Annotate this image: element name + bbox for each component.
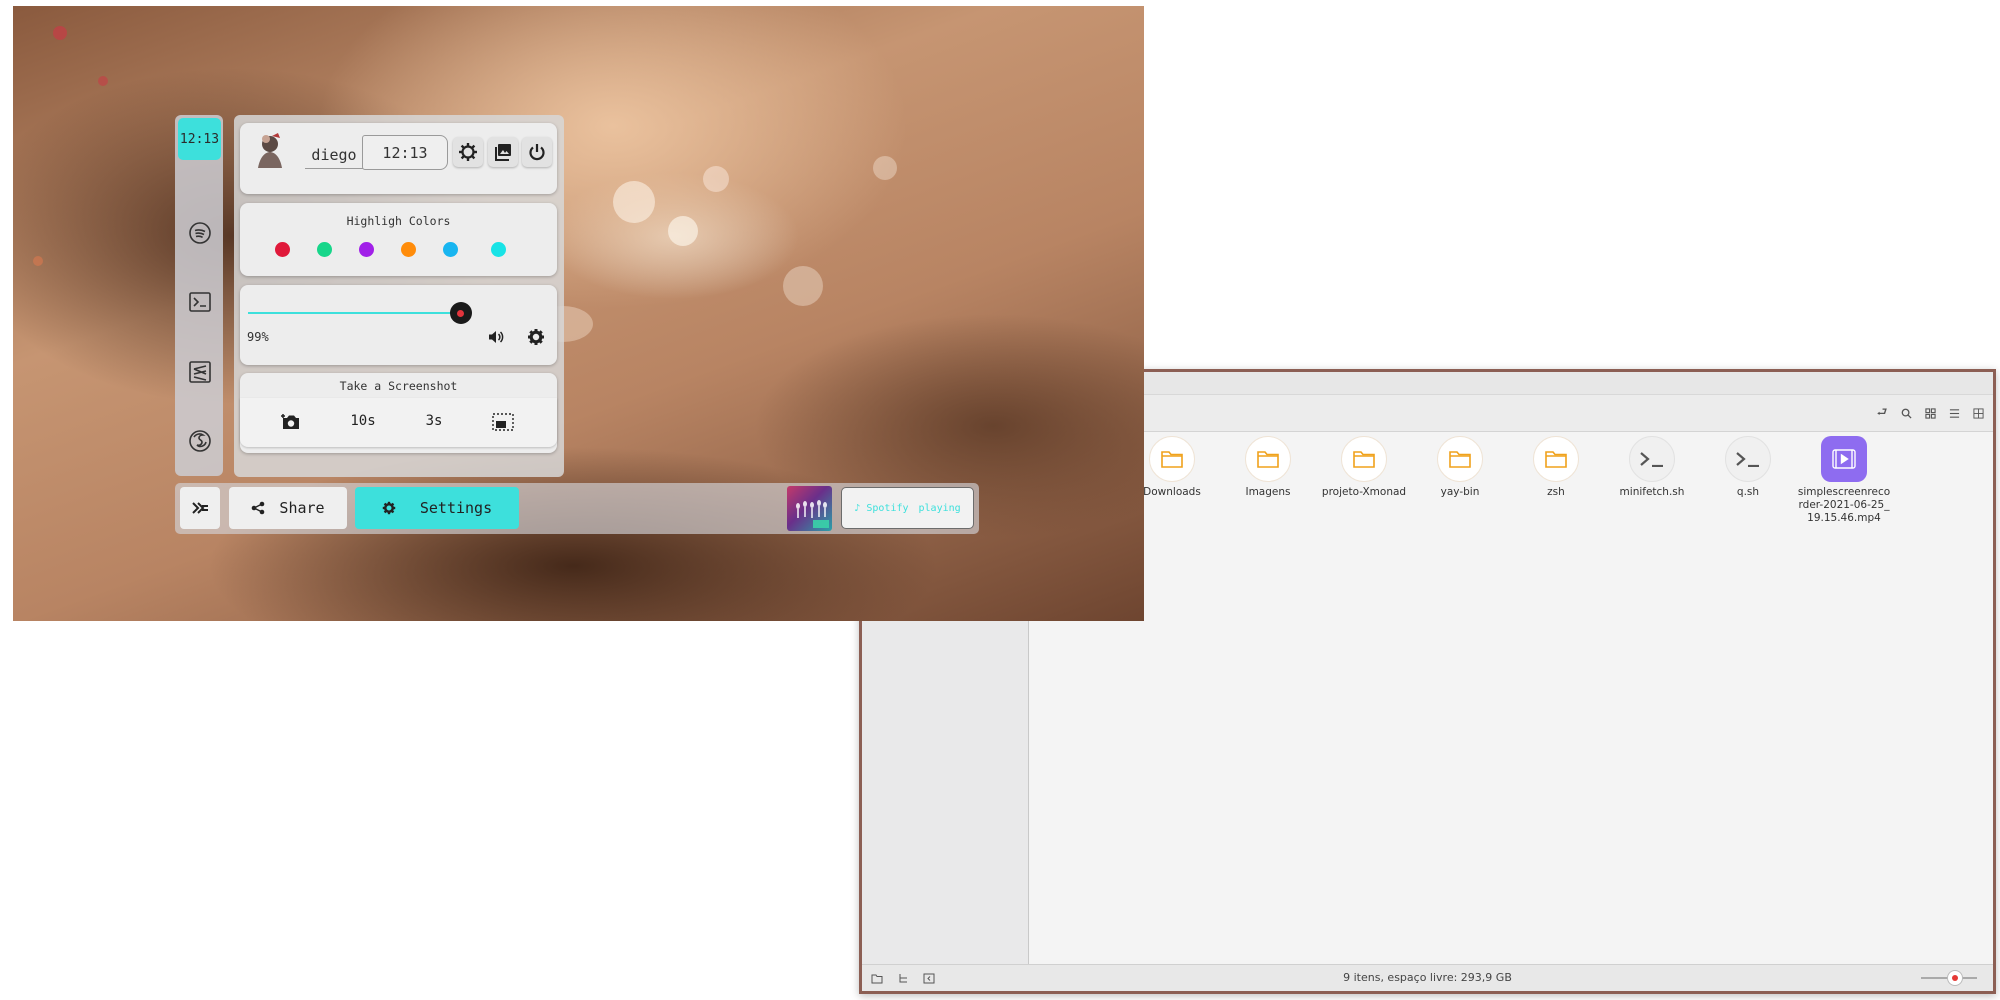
terminal-script-icon: [1725, 436, 1771, 482]
capture-area-button[interactable]: [492, 413, 514, 431]
folder-icon: [1533, 436, 1579, 482]
volume-slider-handle[interactable]: [449, 302, 472, 324]
profile-clock: 12:13: [362, 135, 448, 170]
spotify-label: Spotify: [866, 502, 909, 514]
status-bar: 9 itens, espaço livre: 293,9 GB: [862, 964, 1993, 991]
music-note-icon: ♪: [854, 502, 867, 514]
zoom-slider-handle[interactable]: [1947, 970, 1963, 986]
crop-area-icon: [492, 413, 514, 431]
delay-3s-button[interactable]: 3s: [421, 413, 447, 429]
color-blue[interactable]: [443, 242, 458, 257]
file-name: Downloads: [1143, 486, 1201, 498]
folder-icon: [1149, 436, 1195, 482]
color-green[interactable]: [317, 242, 332, 257]
file-name: minifetch.sh: [1619, 486, 1685, 498]
terminal-script-icon: [1629, 436, 1675, 482]
xmonad-icon: [191, 501, 209, 515]
spotify-status: playing: [918, 502, 961, 514]
share-button[interactable]: Share: [229, 487, 347, 529]
delay-10s-button[interactable]: 10s: [348, 413, 378, 429]
gear-icon: [382, 501, 396, 515]
terminal-icon[interactable]: [188, 290, 212, 314]
video-file-icon: [1821, 436, 1867, 482]
volume-slider[interactable]: [248, 312, 463, 314]
color-purple[interactable]: [359, 242, 374, 257]
gear-icon: [458, 142, 478, 162]
color-orange[interactable]: [401, 242, 416, 257]
search-icon[interactable]: [1897, 404, 1915, 422]
folder-icon: [1245, 436, 1291, 482]
wallpaper-button[interactable]: [488, 137, 518, 167]
file-item[interactable]: q.sh: [1700, 436, 1796, 499]
volume-card: [240, 285, 557, 365]
file-item[interactable]: simplescreenrecorder-2021-06-25_19.15.46…: [1796, 436, 1892, 525]
file-item[interactable]: projeto-Xmonad: [1316, 436, 1412, 499]
spotify-icon[interactable]: [188, 221, 212, 245]
color-red[interactable]: [275, 242, 290, 257]
power-button[interactable]: [522, 137, 552, 167]
share-icon: [251, 501, 265, 515]
dock-clock[interactable]: 12:13: [178, 118, 221, 160]
screenshot-title: Take a Screenshot: [339, 379, 458, 393]
speaker-icon[interactable]: [487, 328, 505, 346]
folder-icon: [1341, 436, 1387, 482]
file-name: zsh: [1547, 486, 1565, 498]
volume-percent: 99%: [247, 330, 269, 344]
spotify-status-widget[interactable]: ♪ Spotify playing: [841, 487, 974, 529]
file-item[interactable]: Downloads: [1124, 436, 1220, 499]
file-name: Imagens: [1245, 486, 1291, 498]
camera-icon: [280, 412, 302, 432]
file-item[interactable]: Imagens: [1220, 436, 1316, 499]
highlight-colors-title: Highligh Colors: [346, 214, 451, 228]
power-icon: [527, 142, 547, 162]
avatar[interactable]: [252, 130, 288, 170]
grid-view-icon[interactable]: [1921, 404, 1939, 422]
launcher-button[interactable]: [180, 487, 220, 529]
toggle-path-icon[interactable]: ⮐: [1873, 404, 1891, 422]
list-view-icon[interactable]: [1945, 404, 1963, 422]
file-name: simplescreenrecorder-2021-06-25_19.15.46…: [1797, 486, 1891, 524]
zoom-slider[interactable]: [1921, 970, 1977, 986]
share-label: Share: [279, 499, 325, 517]
username-label: diego: [305, 142, 363, 169]
file-item[interactable]: yay-bin: [1412, 436, 1508, 499]
file-name: yay-bin: [1440, 486, 1480, 498]
album-art[interactable]: [787, 486, 832, 531]
color-cyan[interactable]: [491, 242, 506, 257]
file-name: projeto-Xmonad: [1321, 486, 1407, 498]
image-gallery-icon: [493, 142, 513, 162]
settings-button[interactable]: Settings: [355, 487, 519, 529]
status-text: 9 itens, espaço livre: 293,9 GB: [1343, 971, 1512, 984]
settings-label: Settings: [419, 499, 493, 517]
file-item[interactable]: minifetch.sh: [1604, 436, 1700, 499]
audio-settings-icon[interactable]: [527, 328, 545, 346]
sublime-text-icon[interactable]: [188, 360, 212, 384]
capture-now-button[interactable]: [280, 412, 302, 432]
brightness-button[interactable]: [453, 137, 483, 167]
file-item[interactable]: zsh: [1508, 436, 1604, 499]
compact-view-icon[interactable]: [1969, 404, 1987, 422]
file-name: q.sh: [1736, 486, 1760, 498]
firefox-icon[interactable]: [188, 429, 212, 453]
folder-icon: [1437, 436, 1483, 482]
